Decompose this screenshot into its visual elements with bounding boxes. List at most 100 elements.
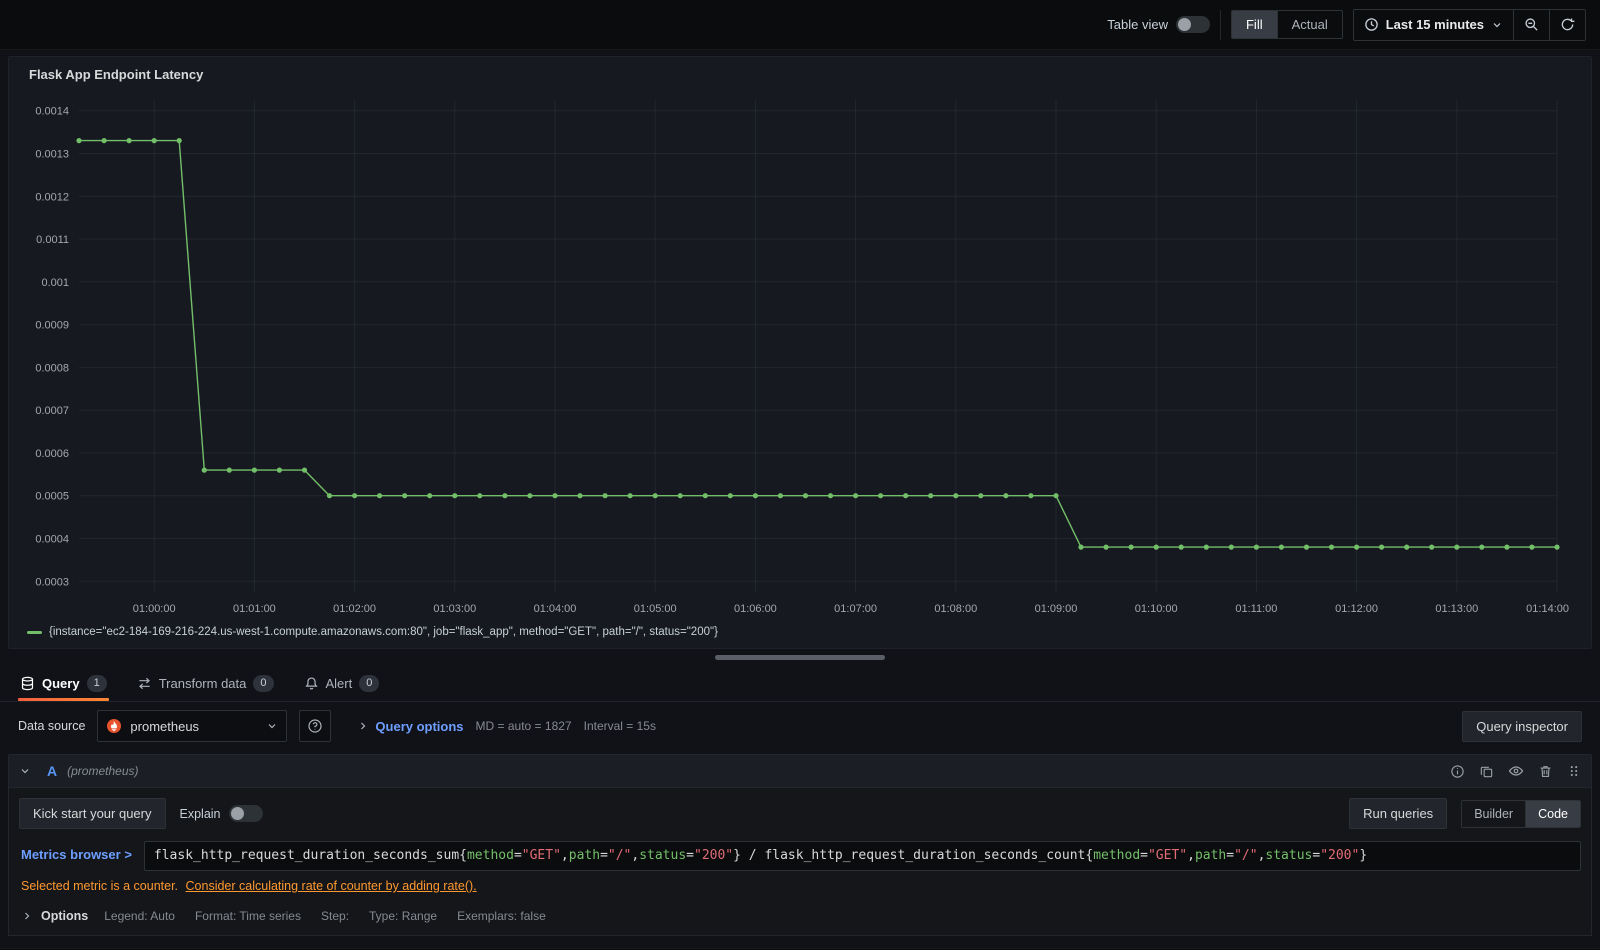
warning-rate-link[interactable]: Consider calculating rate of counter by … bbox=[186, 879, 477, 893]
query-row-header[interactable]: A (prometheus) bbox=[8, 754, 1592, 788]
duplicate-icon[interactable] bbox=[1479, 764, 1494, 779]
svg-text:0.0009: 0.0009 bbox=[35, 320, 69, 332]
zoom-out-button[interactable] bbox=[1514, 8, 1550, 41]
time-controls: Last 15 minutes bbox=[1352, 8, 1586, 41]
svg-text:0.0008: 0.0008 bbox=[35, 362, 69, 374]
svg-text:01:09:00: 01:09:00 bbox=[1035, 603, 1078, 615]
explain-label: Explain bbox=[179, 806, 221, 821]
svg-text:01:11:00: 01:11:00 bbox=[1235, 603, 1277, 615]
topbar: Table view Fill Actual Last 15 minutes bbox=[0, 0, 1600, 50]
svg-text:01:01:00: 01:01:00 bbox=[233, 603, 276, 615]
datasource-name: prometheus bbox=[130, 718, 200, 734]
editor-tabs: Query 1 Transform data 0 Alert 0 bbox=[0, 665, 1600, 702]
chevron-right-icon bbox=[21, 910, 33, 922]
latency-chart[interactable]: 0.0003 0.0004 0.0005 0.0006 0.0007 0.0008 0.00… bbox=[19, 88, 1571, 624]
svg-text:01:03:00: 01:03:00 bbox=[433, 603, 476, 615]
counter-warning: Selected metric is a counter. Consider c… bbox=[21, 879, 1579, 893]
svg-text:0.0011: 0.0011 bbox=[36, 234, 69, 246]
query-expression-input[interactable]: flask_http_request_duration_seconds_sum{… bbox=[143, 841, 1581, 871]
time-range-label: Last 15 minutes bbox=[1385, 17, 1484, 32]
datasource-label: Data source bbox=[18, 719, 86, 733]
run-queries-button[interactable]: Run queries bbox=[1349, 798, 1448, 829]
resize-row bbox=[0, 649, 1600, 665]
builder-code-group: Builder Code bbox=[1461, 799, 1581, 828]
chevron-down-icon[interactable] bbox=[19, 765, 31, 777]
svg-text:0.0006: 0.0006 bbox=[35, 448, 69, 460]
topbar-divider bbox=[1219, 9, 1221, 40]
code-row: Metrics browser > flask_http_request_dur… bbox=[19, 841, 1581, 871]
transform-icon bbox=[137, 676, 152, 691]
tab-query[interactable]: Query 1 bbox=[18, 665, 109, 701]
svg-text:0.0003: 0.0003 bbox=[35, 576, 69, 588]
info-circle-icon[interactable] bbox=[1450, 764, 1465, 779]
caret-down-icon bbox=[266, 720, 278, 732]
query-toolbar: Kick start your query Explain Run querie… bbox=[19, 798, 1581, 829]
tab-alert-label: Alert bbox=[325, 675, 353, 691]
svg-text:0.0005: 0.0005 bbox=[35, 491, 69, 503]
panel-title: Flask App Endpoint Latency bbox=[29, 67, 204, 82]
svg-text:0.0012: 0.0012 bbox=[35, 191, 69, 203]
svg-text:0.0014: 0.0014 bbox=[35, 106, 69, 118]
fill-button[interactable]: Fill bbox=[1231, 11, 1278, 38]
options-type: Type: Range bbox=[369, 909, 438, 923]
actual-button[interactable]: Actual bbox=[1278, 11, 1342, 38]
time-range-picker[interactable]: Last 15 minutes bbox=[1352, 8, 1514, 41]
svg-text:01:02:00: 01:02:00 bbox=[333, 603, 376, 615]
kick-start-button[interactable]: Kick start your query bbox=[19, 798, 166, 829]
query-inspector-button[interactable]: Query inspector bbox=[1462, 710, 1582, 742]
legend-item[interactable]: {instance="ec2-184-169-216-224.us-west-1… bbox=[19, 624, 1581, 644]
explain-group: Explain bbox=[180, 805, 263, 822]
tab-alert-badge: 0 bbox=[359, 674, 380, 692]
tab-alert[interactable]: Alert 0 bbox=[302, 665, 382, 701]
caret-down-icon bbox=[1491, 19, 1503, 31]
options-step: Step: bbox=[320, 909, 350, 923]
chevron-right-icon bbox=[357, 720, 369, 732]
query-datasource-hint: (prometheus) bbox=[67, 764, 139, 778]
svg-text:01:00:00: 01:00:00 bbox=[133, 603, 176, 615]
code-button[interactable]: Code bbox=[1526, 800, 1580, 827]
interval-value: Interval = 15s bbox=[583, 719, 656, 733]
options-summary: Legend: Auto Format: Time series Step: T… bbox=[104, 909, 546, 923]
panel-editor: Table view Fill Actual Last 15 minutes F… bbox=[0, 0, 1600, 950]
database-icon bbox=[20, 676, 35, 691]
eye-icon[interactable] bbox=[1508, 763, 1524, 779]
legend-swatch bbox=[27, 630, 42, 634]
table-view-group: Table view bbox=[1107, 16, 1210, 33]
builder-button[interactable]: Builder bbox=[1462, 800, 1527, 827]
tab-transform-data[interactable]: Transform data 0 bbox=[135, 665, 276, 701]
query-ref-id: A bbox=[47, 763, 58, 779]
table-view-toggle[interactable] bbox=[1175, 16, 1210, 33]
tab-transform-label: Transform data bbox=[158, 675, 247, 691]
svg-text:0.0007: 0.0007 bbox=[35, 405, 69, 417]
datasource-help-button[interactable] bbox=[299, 710, 332, 742]
query-options-toggle[interactable]: Query options bbox=[357, 719, 464, 734]
question-circle-icon bbox=[307, 718, 323, 734]
table-view-label: Table view bbox=[1107, 17, 1168, 32]
options-row[interactable]: Options Legend: Auto Format: Time series… bbox=[21, 909, 1579, 923]
tab-query-badge: 1 bbox=[86, 674, 107, 692]
svg-text:01:12:00: 01:12:00 bbox=[1335, 603, 1378, 615]
metrics-browser-toggle[interactable]: Metrics browser > bbox=[19, 841, 134, 862]
explain-toggle[interactable] bbox=[228, 805, 263, 822]
svg-text:0.0013: 0.0013 bbox=[35, 149, 69, 161]
pane-resize-handle[interactable] bbox=[715, 654, 885, 660]
svg-text:01:04:00: 01:04:00 bbox=[534, 603, 577, 615]
options-format: Format: Time series bbox=[194, 909, 301, 923]
drag-handle-icon[interactable] bbox=[1567, 764, 1581, 778]
svg-text:01:10:00: 01:10:00 bbox=[1135, 603, 1178, 615]
query-row-a: A (prometheus) Kick start your query Exp… bbox=[8, 754, 1592, 936]
svg-text:0.0004: 0.0004 bbox=[35, 534, 69, 546]
svg-text:01:06:00: 01:06:00 bbox=[734, 603, 777, 615]
svg-text:0.001: 0.001 bbox=[41, 277, 69, 289]
svg-text:01:08:00: 01:08:00 bbox=[934, 603, 977, 615]
trash-icon[interactable] bbox=[1538, 764, 1553, 779]
datasource-picker[interactable]: prometheus bbox=[97, 710, 288, 742]
refresh-button[interactable] bbox=[1550, 8, 1586, 41]
svg-text:01:13:00: 01:13:00 bbox=[1435, 603, 1478, 615]
refresh-icon bbox=[1560, 17, 1575, 32]
zoom-out-icon bbox=[1524, 17, 1539, 32]
query-row-body: Kick start your query Explain Run querie… bbox=[8, 788, 1592, 936]
prometheus-icon bbox=[106, 718, 122, 734]
options-legend: Legend: Auto bbox=[104, 909, 175, 923]
fill-actual-group: Fill Actual bbox=[1230, 10, 1343, 39]
